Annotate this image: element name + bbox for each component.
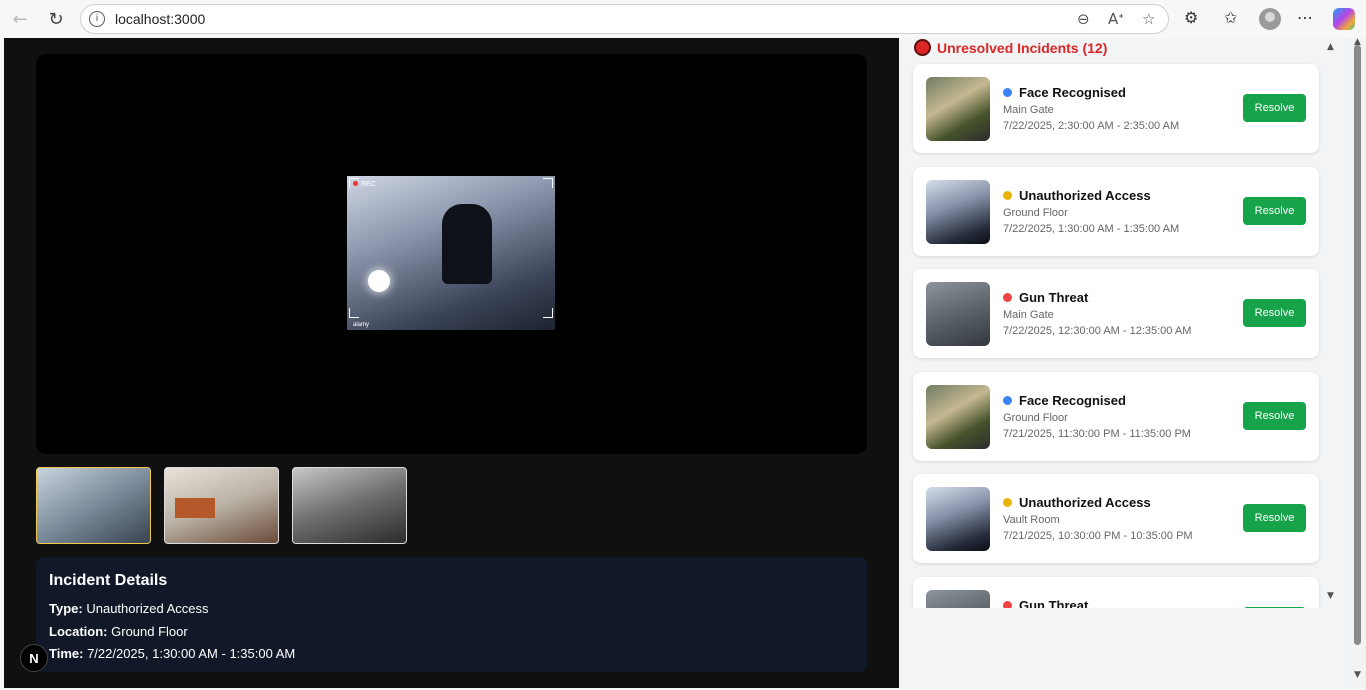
resolve-button[interactable]: Resolve [1243, 299, 1306, 327]
list-footer [899, 608, 1339, 688]
reload-icon[interactable]: ↻ [43, 7, 69, 31]
incident-time: 7/22/2025, 12:30:00 AM - 12:35:00 AM [1003, 325, 1192, 337]
camera-thumbnail-3[interactable] [292, 467, 407, 544]
extensions-icon[interactable]: ⚙ [1184, 8, 1198, 27]
favorite-star-icon[interactable]: ☆ [1142, 10, 1155, 28]
incident-type: Unauthorized Access [1003, 188, 1151, 203]
incident-location: Ground Floor [1003, 206, 1068, 219]
severity-dot-icon [1003, 293, 1012, 302]
list-scroll-down-icon[interactable]: ▼ [1327, 591, 1334, 601]
video-player[interactable]: REC alamy [36, 54, 867, 454]
more-options-icon[interactable]: ⋯ [1297, 8, 1313, 27]
alert-dot-icon [914, 39, 931, 56]
incident-location: Main Gate [1003, 104, 1054, 116]
incident-thumbnail [926, 487, 990, 551]
incident-card[interactable]: Unauthorized Access Ground Floor 7/22/2025… [913, 166, 1319, 256]
resolve-button[interactable]: Resolve [1243, 401, 1306, 430]
watermark: alamy [353, 322, 370, 328]
incident-type: Gun Threat [1003, 598, 1088, 608]
severity-dot-icon [1003, 88, 1012, 97]
incident-type: Gun Threat [1003, 290, 1088, 305]
back-icon[interactable]: ← [7, 7, 33, 31]
page-scrollbar[interactable]: ▲ ▼ [1350, 37, 1366, 688]
site-info-icon[interactable]: i [89, 11, 105, 27]
favorites-icon[interactable]: ✩ [1224, 8, 1237, 27]
copilot-icon[interactable] [1333, 8, 1355, 30]
incident-card[interactable]: Face Recognised Main Gate 7/22/2025, 2:30:… [913, 64, 1319, 153]
unresolved-header: Unresolved Incidents (12) [914, 39, 1107, 56]
incident-card[interactable]: Gun Threat Main Gate 7/22/2025, 12:30:00 A… [913, 269, 1319, 358]
incident-location: Main Gate [1003, 309, 1054, 321]
address-bar[interactable]: i localhost:3000 ⊖ Aᐩ ☆ [80, 4, 1169, 34]
incident-location: Vault Room [1003, 514, 1060, 526]
severity-dot-icon [1003, 190, 1012, 200]
incident-thumbnail [926, 77, 990, 141]
intruder-figure [442, 204, 492, 284]
incident-time: 7/21/2025, 11:30:00 PM - 11:35:00 PM [1003, 427, 1191, 440]
nextjs-devtools-badge[interactable]: N [20, 644, 48, 672]
incident-thumbnail [926, 589, 990, 608]
incident-card[interactable]: Unauthorized Access Vault Room 7/21/2025, … [913, 474, 1319, 563]
incident-card[interactable]: Face Recognised Ground Floor 7/21/2025, 11… [913, 371, 1319, 461]
incident-type: Face Recognised [1003, 393, 1126, 408]
detail-type: Type: Unauthorized Access [49, 601, 209, 616]
detail-time: Time: 7/22/2025, 1:30:00 AM - 1:35:00 AM [49, 646, 296, 661]
camera-thumbnail-1[interactable] [36, 467, 151, 544]
incident-time: 7/22/2025, 2:30:00 AM - 2:35:00 AM [1003, 120, 1180, 132]
incident-details-panel: Incident Details Type: Unauthorized Acce… [36, 557, 867, 672]
detail-location: Location: Ground Floor [49, 623, 188, 639]
unresolved-title: Unresolved Incidents (12) [937, 39, 1108, 56]
incident-thumbnail [926, 384, 990, 449]
incident-time: 7/22/2025, 1:30:00 AM - 1:35:00 AM [1003, 222, 1180, 235]
list-scroll-up-icon[interactable]: ▲ [1327, 42, 1334, 52]
incident-location: Ground Floor [1003, 411, 1068, 424]
incident-time: 7/21/2025, 10:30:00 PM - 10:35:00 PM [1003, 530, 1193, 542]
resolve-button[interactable]: Resolve [1243, 196, 1306, 225]
page-scroll-thumb[interactable] [1354, 45, 1361, 645]
app-page: REC alamy Incident Details Type: Unautho… [4, 37, 1366, 690]
incident-thumbnail [926, 282, 990, 346]
resolve-button[interactable]: Resolve [1243, 94, 1306, 122]
profile-avatar[interactable] [1259, 8, 1281, 30]
severity-dot-icon [1003, 600, 1012, 608]
flashlight-glow [368, 270, 390, 292]
url-text[interactable]: localhost:3000 [115, 11, 205, 27]
page-scroll-down-icon[interactable]: ▼ [1354, 670, 1361, 680]
severity-dot-icon [1003, 498, 1012, 507]
incident-thumbnail [926, 179, 990, 244]
details-title: Incident Details [49, 572, 168, 589]
read-aloud-icon[interactable]: Aᐩ [1108, 10, 1124, 28]
camera-thumbnails [36, 467, 407, 545]
resolve-button[interactable]: Resolve [1243, 504, 1306, 532]
severity-dot-icon [1003, 395, 1012, 405]
incident-type: Face Recognised [1003, 85, 1126, 100]
cctv-image: REC alamy [347, 176, 555, 330]
incident-type: Unauthorized Access [1003, 495, 1151, 510]
zoom-icon[interactable]: ⊖ [1077, 10, 1090, 28]
rec-indicator: REC [353, 181, 376, 188]
incident-card[interactable]: Gun ThreatResolve [913, 576, 1319, 608]
video-pane: REC alamy Incident Details Type: Unautho… [4, 38, 899, 688]
incident-list[interactable]: Unresolved Incidents (12) Face Recognise… [899, 38, 1339, 608]
browser-toolbar: ← ↻ i localhost:3000 ⊖ Aᐩ ☆ ⚙ ✩ ⋯ [0, 0, 1366, 38]
camera-thumbnail-2[interactable] [164, 467, 279, 544]
incident-list-pane: Unresolved Incidents (12) Face Recognise… [899, 38, 1354, 688]
